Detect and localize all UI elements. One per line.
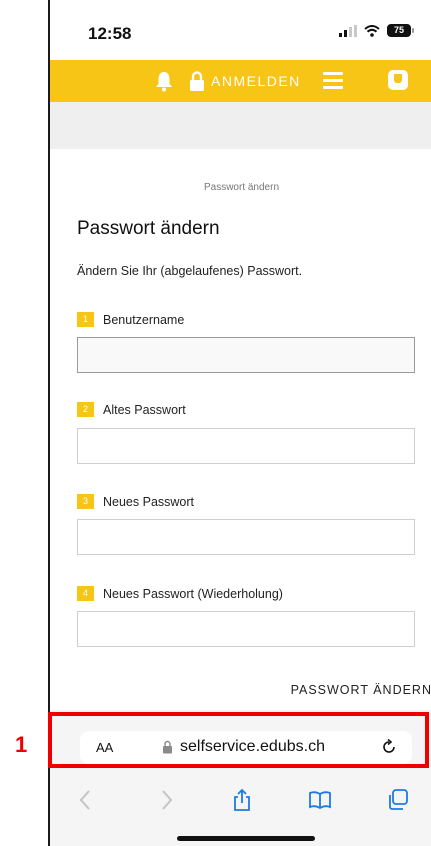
new-password-input[interactable]: [77, 519, 415, 555]
share-icon[interactable]: [230, 788, 254, 812]
bell-icon[interactable]: [154, 70, 174, 92]
signal-icon: [339, 24, 357, 37]
new-password-label-text: Neues Passwort: [103, 494, 195, 509]
bookmarks-icon[interactable]: [308, 788, 332, 812]
tabs-icon[interactable]: [386, 788, 410, 812]
old-password-label: 2 Altes Passwort: [77, 402, 186, 417]
battery-icon: 75: [387, 24, 414, 37]
page-description: Ändern Sie Ihr (abgelaufenes) Passwort.: [77, 264, 303, 278]
repeat-password-label: 4 Neues Passwort (Wiederholung): [77, 586, 283, 601]
annotation-highlight-box: [48, 712, 429, 768]
forward-icon[interactable]: [154, 788, 178, 812]
logo-icon[interactable]: [388, 70, 408, 90]
repeat-password-input[interactable]: [77, 611, 415, 647]
home-indicator: [177, 836, 315, 841]
username-input[interactable]: [77, 337, 415, 373]
step-number-badge: 3: [77, 494, 94, 509]
repeat-password-label-text: Neues Passwort (Wiederholung): [103, 586, 283, 601]
status-icons: 75: [339, 24, 414, 37]
annotation-number: 1: [15, 732, 28, 757]
step-number-badge: 4: [77, 586, 94, 601]
status-time: 12:58: [88, 24, 132, 43]
step-number-badge: 2: [77, 402, 94, 417]
menu-icon[interactable]: [323, 72, 343, 90]
wifi-icon: [364, 24, 380, 37]
old-password-label-text: Altes Passwort: [103, 402, 186, 417]
change-password-button[interactable]: PASSWORT ÄNDERN: [291, 683, 431, 697]
username-label: 1 Benutzername: [77, 312, 184, 327]
status-bar: 12:58 75: [50, 0, 431, 60]
back-icon[interactable]: [74, 788, 98, 812]
breadcrumb: Passwort ändern: [203, 182, 280, 193]
site-header: ANMELDEN: [50, 60, 431, 102]
login-link[interactable]: ANMELDEN: [211, 73, 301, 89]
new-password-label: 3 Neues Passwort: [77, 494, 194, 509]
old-password-input[interactable]: [77, 428, 415, 464]
lock-icon[interactable]: [188, 70, 206, 92]
page-title: Passwort ändern: [77, 218, 220, 239]
step-number-badge: 1: [77, 312, 94, 327]
subheader-band: [50, 102, 431, 149]
username-label-text: Benutzername: [103, 312, 185, 327]
